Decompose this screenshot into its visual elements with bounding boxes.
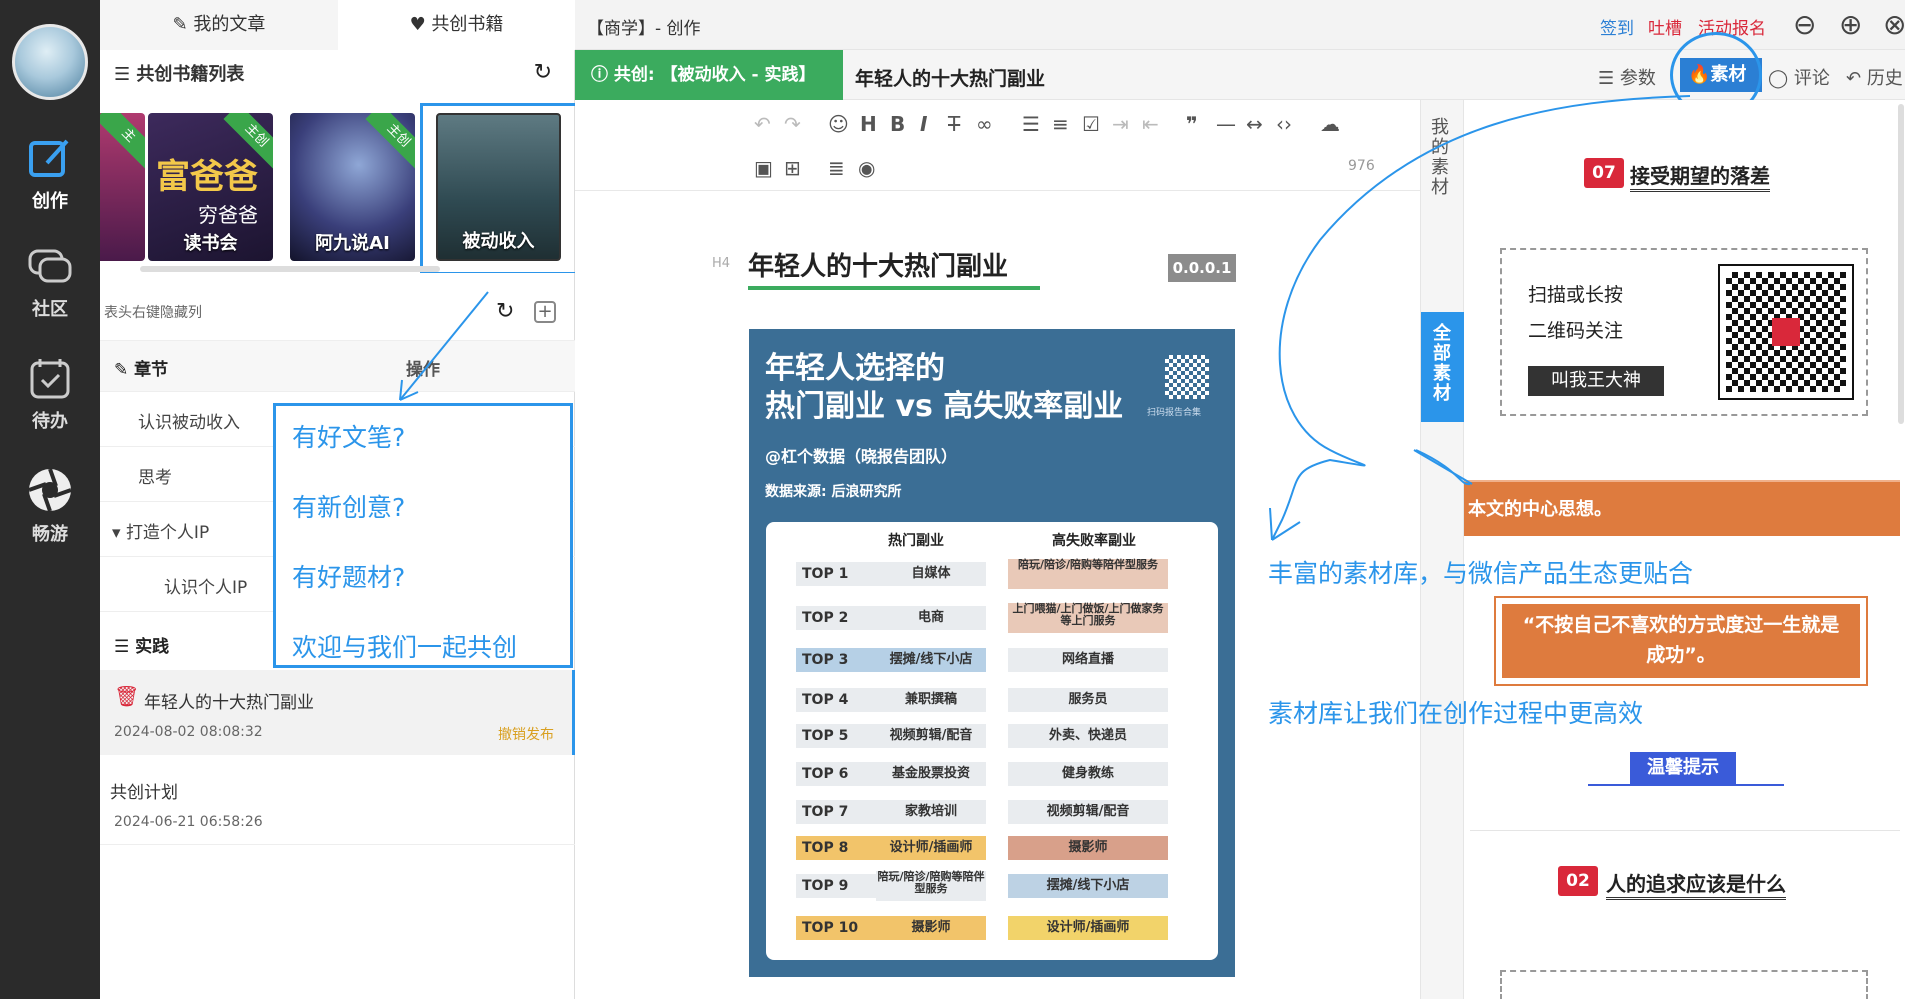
annotation-text: 丰富的素材库，与微信产品生态更贴合 — [1268, 559, 1694, 588]
annotation-arrows — [399, 95, 1691, 541]
annotation-text: 素材库让我们在创作过程中更高效 — [1268, 699, 1644, 728]
